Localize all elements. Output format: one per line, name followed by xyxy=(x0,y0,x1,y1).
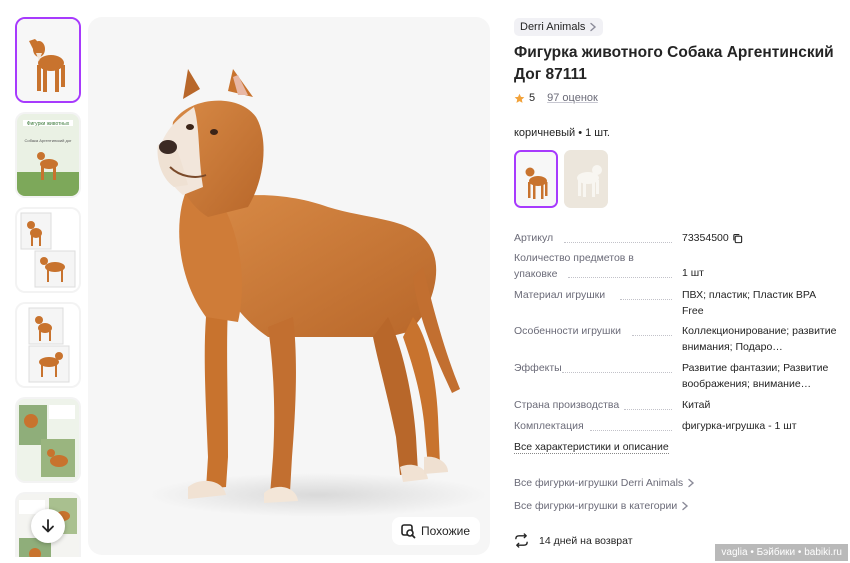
divider xyxy=(624,409,672,410)
dog-figure-image xyxy=(516,152,556,206)
spec-value-article: 73354500 xyxy=(682,231,837,247)
star-icon xyxy=(514,93,525,103)
divider xyxy=(562,372,672,373)
divider xyxy=(632,335,672,336)
spec-value-country: Китай xyxy=(682,399,711,411)
packaging-image: Фигурки животных Собака Аргентинский дог xyxy=(17,114,79,196)
category-all-label: Все фигурки-игрушки в категории xyxy=(514,500,678,512)
chevron-right-icon xyxy=(688,478,695,488)
thumbnail-strip: Фигурки животных Собака Аргентинский дог xyxy=(15,17,83,557)
chevron-right-icon xyxy=(590,22,597,32)
variant-label: коричневый • 1 шт. xyxy=(514,127,610,139)
divider xyxy=(620,299,672,300)
spec-key-material: Материал игрушки xyxy=(514,289,606,301)
brand-all-label: Все фигурки-игрушки Derri Animals xyxy=(514,477,684,489)
thumbnail-2[interactable]: Фигурки животных Собака Аргентинский дог xyxy=(15,112,81,198)
search-image-icon xyxy=(401,524,416,539)
variant-brown[interactable] xyxy=(514,150,558,208)
chevron-right-icon xyxy=(682,501,689,511)
divider xyxy=(590,430,672,431)
variant-white[interactable] xyxy=(564,150,608,208)
watermark: vaglia • Бэйбики • babiki.ru xyxy=(715,544,848,561)
category-all-link[interactable]: Все фигурки-игрушки в категории xyxy=(514,500,689,512)
spec-value-contents: фигурка-игрушка - 1 шт xyxy=(682,420,797,432)
dog-figure-image xyxy=(17,19,79,101)
spec-key-country: Страна производства xyxy=(514,399,620,411)
return-icon xyxy=(515,533,528,548)
thumbnail-1[interactable] xyxy=(15,17,81,103)
rating-value: 5 xyxy=(529,92,536,104)
dog-scene-image xyxy=(17,399,79,481)
all-specs-link[interactable]: Все характеристики и описание xyxy=(514,441,669,454)
spec-value-quantity: 1 шт xyxy=(682,267,704,279)
spec-key-effects: Эффекты xyxy=(514,362,562,374)
similar-button-label: Похожие xyxy=(421,524,470,538)
main-product-image[interactable]: Похожие xyxy=(88,17,490,555)
arrow-down-icon xyxy=(42,519,54,533)
svg-text:Собака Аргентинский дог: Собака Аргентинский дог xyxy=(24,138,72,143)
brand-all-link[interactable]: Все фигурки-игрушки Derri Animals xyxy=(514,477,695,489)
svg-text:Фигурки животных: Фигурки животных xyxy=(27,121,70,127)
spec-value-features: Коллекционирование; развитие внимания; П… xyxy=(682,325,837,353)
thumbnail-3[interactable] xyxy=(15,207,81,293)
copy-icon[interactable] xyxy=(732,233,743,244)
returns-info[interactable]: 14 дней на возврат xyxy=(514,533,633,548)
article-number: 73354500 xyxy=(682,232,729,244)
divider xyxy=(568,277,672,278)
spec-key-article: Артикул xyxy=(514,232,554,244)
rating: 5 97 оценок xyxy=(514,92,598,104)
scroll-down-button[interactable] xyxy=(31,509,65,543)
brand-label: Derri Animals xyxy=(520,21,586,33)
thumbnail-5[interactable] xyxy=(15,397,81,483)
dog-figure-image xyxy=(148,69,488,517)
product-title: Фигурка животного Собака Аргентинский До… xyxy=(514,44,834,83)
spec-value-effects: Развитие фантазии; Развитие воображения;… xyxy=(682,362,829,390)
dog-views-image xyxy=(17,209,79,291)
spec-value-material: ПВХ; пластик; Пластик BPA Free xyxy=(682,289,816,317)
returns-label: 14 дней на возврат xyxy=(539,534,633,547)
spec-key-contents: Комплектация xyxy=(514,420,584,432)
spec-key-features: Особенности игрушки xyxy=(514,325,621,337)
dog-views-image xyxy=(17,304,79,386)
brand-link[interactable]: Derri Animals xyxy=(514,18,604,36)
similar-button[interactable]: Похожие xyxy=(392,517,480,545)
dog-figure-image xyxy=(564,150,608,208)
divider xyxy=(564,242,672,243)
thumbnail-4[interactable] xyxy=(15,302,81,388)
reviews-link[interactable]: 97 оценок xyxy=(547,92,598,104)
